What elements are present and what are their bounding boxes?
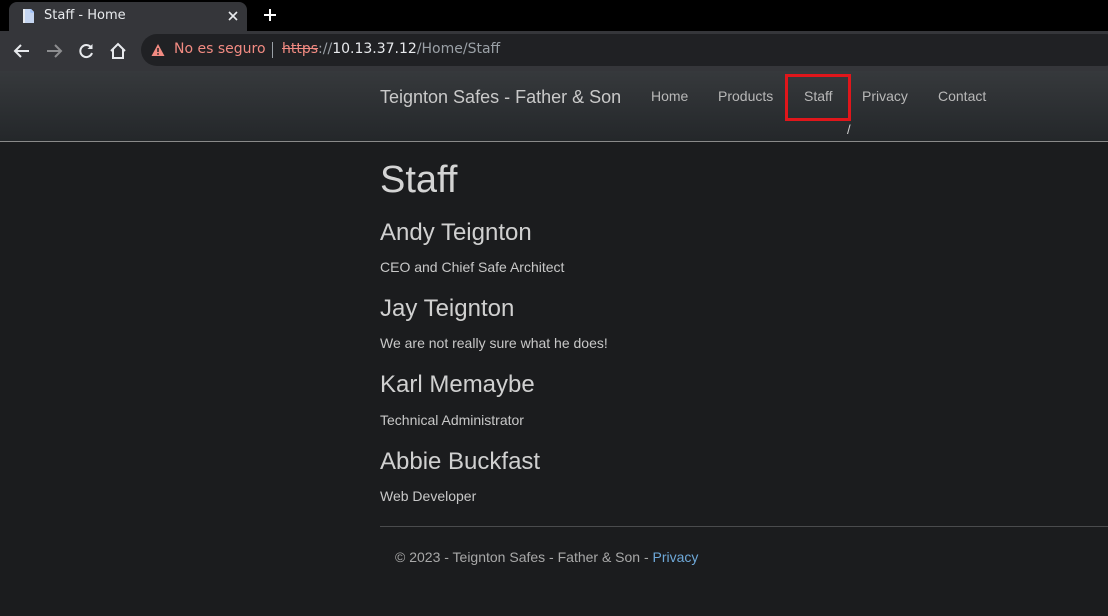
reload-icon[interactable] (76, 41, 96, 61)
footer-privacy-link[interactable]: Privacy (653, 549, 699, 565)
url-path: /Home/Staff (416, 41, 501, 57)
back-arrow-icon[interactable] (12, 41, 32, 61)
staff-name: Jay Teignton (380, 295, 515, 322)
not-secure-label[interactable]: No es seguro (174, 41, 266, 57)
staff-name: Karl Memaybe (380, 371, 535, 398)
nav-staff[interactable]: Staff (804, 88, 833, 104)
browser-toolbar: No es seguro https://10.13.37.12/Home/St… (0, 31, 1108, 71)
forward-arrow-icon[interactable] (44, 41, 64, 61)
stray-slash-text: / (847, 122, 851, 137)
browser-tab-strip: Staff - Home (0, 0, 1108, 31)
page-favicon-icon (23, 9, 34, 23)
staff-name: Abbie Buckfast (380, 448, 541, 475)
nav-products[interactable]: Products (718, 88, 773, 104)
footer-copyright: © 2023 - Teignton Safes - Father & Son - (395, 549, 653, 565)
staff-role: Technical Administrator (380, 412, 524, 428)
footer-divider (380, 526, 1108, 527)
page-title: Staff (380, 159, 458, 201)
staff-name: Andy Teignton (380, 219, 532, 246)
url-scheme: https (282, 41, 319, 57)
nav-home[interactable]: Home (651, 88, 688, 104)
staff-role: Web Developer (380, 488, 477, 504)
site-brand[interactable]: Teignton Safes - Father & Son (380, 87, 621, 108)
address-bar[interactable]: No es seguro https://10.13.37.12/Home/St… (141, 34, 1108, 66)
site-navbar: Teignton Safes - Father & Son Home Produ… (0, 71, 1108, 142)
close-icon[interactable] (226, 9, 240, 23)
staff-role: We are not really sure what he does! (380, 335, 608, 351)
browser-tab[interactable]: Staff - Home (9, 2, 247, 31)
footer: © 2023 - Teignton Safes - Father & Son -… (395, 549, 698, 565)
tab-title: Staff - Home (44, 8, 126, 23)
url-separator: :// (318, 41, 333, 57)
nav-privacy[interactable]: Privacy (862, 88, 908, 104)
warning-icon[interactable] (151, 43, 165, 57)
url-text[interactable]: https://10.13.37.12/Home/Staff (282, 41, 500, 57)
home-icon[interactable] (108, 41, 128, 61)
plus-icon[interactable] (262, 7, 278, 23)
nav-contact[interactable]: Contact (938, 88, 986, 104)
address-divider (272, 42, 273, 58)
staff-role: CEO and Chief Safe Architect (380, 259, 565, 275)
url-host: 10.13.37.12 (332, 41, 417, 57)
